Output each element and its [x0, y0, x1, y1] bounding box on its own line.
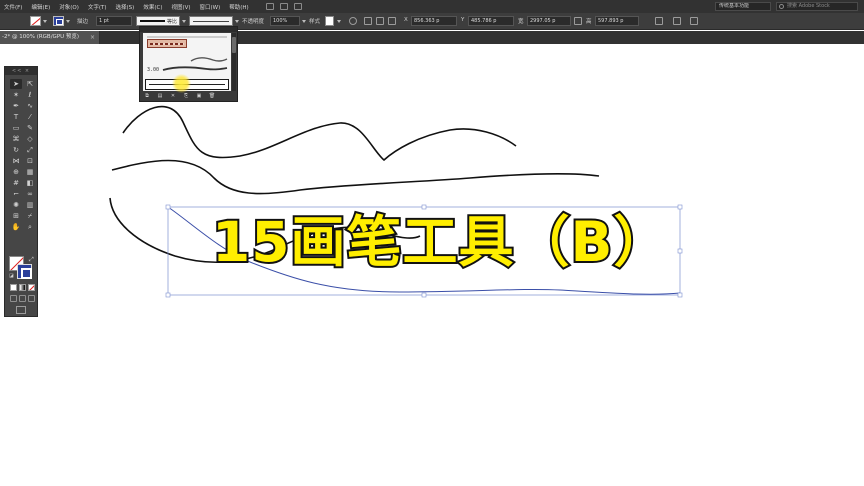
- options-icon[interactable]: ⎘: [182, 93, 190, 100]
- eyedropper-tool[interactable]: ⌐: [10, 189, 22, 199]
- brush-libraries-icon[interactable]: ⧉: [143, 93, 151, 100]
- blend-tool[interactable]: ∞: [24, 189, 36, 199]
- bbox-handle-tl[interactable]: [165, 204, 171, 210]
- shape-builder-tool[interactable]: ⊕: [10, 167, 22, 177]
- stroke-color-box[interactable]: [17, 264, 32, 279]
- color-modes: [10, 284, 37, 291]
- default-colors-icon[interactable]: ◪: [9, 273, 14, 279]
- perspective-grid-tool[interactable]: ▦: [24, 167, 36, 177]
- draw-inside-icon[interactable]: [28, 295, 35, 302]
- brush-stroke-top[interactable]: [122, 105, 517, 162]
- bbox-handle-tc[interactable]: [421, 204, 427, 210]
- shaper-tool[interactable]: ⌘: [10, 134, 22, 144]
- brush-preview-wave[interactable]: [190, 57, 228, 62]
- overlay-title: 15画笔工具（B）: [210, 208, 670, 276]
- pen-tool[interactable]: ✒: [10, 101, 22, 111]
- rotate-tool[interactable]: ↻: [10, 145, 22, 155]
- gradient-tool[interactable]: ◧: [24, 178, 36, 188]
- column-graph-tool[interactable]: ▥: [24, 200, 36, 210]
- rectangle-tool[interactable]: ▭: [10, 123, 22, 133]
- brushes-panel: 3.00 ⧉ ▤ ✕ ⎘ ▣ 🗑: [139, 26, 238, 102]
- brushes-scrollbar[interactable]: [232, 33, 236, 91]
- swap-arrows-icon[interactable]: ⤢: [29, 256, 34, 264]
- draw-behind-icon[interactable]: [19, 295, 26, 302]
- width-tool[interactable]: ⋈: [10, 156, 22, 166]
- tool-grid: ➤ ⇱ ✶ ℓ ✒ ∿ T ⁄ ▭ ✎ ⌘ ◇ ↻ ⤢ ⋈ ⊡ ⊕ ▦ # ◧ ⌐ ∞ ✺ ▥ ⊞ ⌿ ✋ ⌕: [5, 75, 37, 232]
- selection-tool[interactable]: ➤: [10, 79, 22, 89]
- eraser-tool[interactable]: ◇: [24, 134, 36, 144]
- mesh-tool[interactable]: #: [10, 178, 22, 188]
- bbox-handle-bc[interactable]: [421, 292, 427, 298]
- screen-mode-icon[interactable]: [16, 306, 26, 314]
- bbox-handle-mr[interactable]: [677, 248, 683, 254]
- color-mode-icon[interactable]: [10, 284, 17, 291]
- lasso-tool[interactable]: ℓ: [24, 90, 36, 100]
- fill-stroke-widget: ⤢ ◪: [9, 256, 37, 282]
- brush-preview-calligraphic[interactable]: [162, 66, 228, 71]
- curvature-tool[interactable]: ∿: [24, 101, 36, 111]
- magic-wand-tool[interactable]: ✶: [10, 90, 22, 100]
- bbox-handle-bl[interactable]: [165, 292, 171, 298]
- draw-normal-icon[interactable]: [10, 295, 17, 302]
- brushes-panel-header[interactable]: [140, 27, 237, 32]
- direct-selection-tool[interactable]: ⇱: [24, 79, 36, 89]
- none-mode-icon[interactable]: [28, 284, 35, 291]
- scale-tool[interactable]: ⤢: [24, 145, 36, 155]
- cursor-highlight: [172, 74, 191, 93]
- brush-stroke-weight: 3.00: [147, 67, 160, 73]
- gradient-mode-icon[interactable]: [19, 284, 26, 291]
- trash-icon[interactable]: 🗑: [208, 93, 216, 100]
- draw-modes: [10, 295, 37, 302]
- slice-tool[interactable]: ⌿: [24, 211, 36, 221]
- library-panel-icon[interactable]: ▤: [156, 93, 164, 100]
- new-brush-icon[interactable]: ▣: [195, 93, 203, 100]
- free-transform-tool[interactable]: ⊡: [24, 156, 36, 166]
- symbol-sprayer-tool[interactable]: ✺: [10, 200, 22, 210]
- zoom-tool[interactable]: ⌕: [24, 222, 36, 232]
- remove-stroke-icon[interactable]: ✕: [169, 93, 177, 100]
- bbox-handle-br[interactable]: [677, 292, 683, 298]
- paintbrush-tool[interactable]: ✎: [24, 123, 36, 133]
- hand-tool[interactable]: ✋: [10, 222, 22, 232]
- type-tool[interactable]: T: [10, 112, 22, 122]
- tools-panel: << × ➤ ⇱ ✶ ℓ ✒ ∿ T ⁄ ▭ ✎ ⌘ ◇ ↻ ⤢ ⋈ ⊡ ⊕ ▦ # ◧ ⌐ ∞ ✺ ▥ ⊞ ⌿ ✋ ⌕ ⤢ ◪: [4, 66, 38, 317]
- tools-panel-header[interactable]: << ×: [5, 67, 37, 75]
- brush-stroke-middle[interactable]: [111, 159, 600, 195]
- artboard-tool[interactable]: ⊞: [10, 211, 22, 221]
- line-tool[interactable]: ⁄: [24, 112, 36, 122]
- brushes-panel-footer: ⧉ ▤ ✕ ⎘ ▣ 🗑: [143, 93, 221, 100]
- bbox-handle-tr[interactable]: [677, 204, 683, 210]
